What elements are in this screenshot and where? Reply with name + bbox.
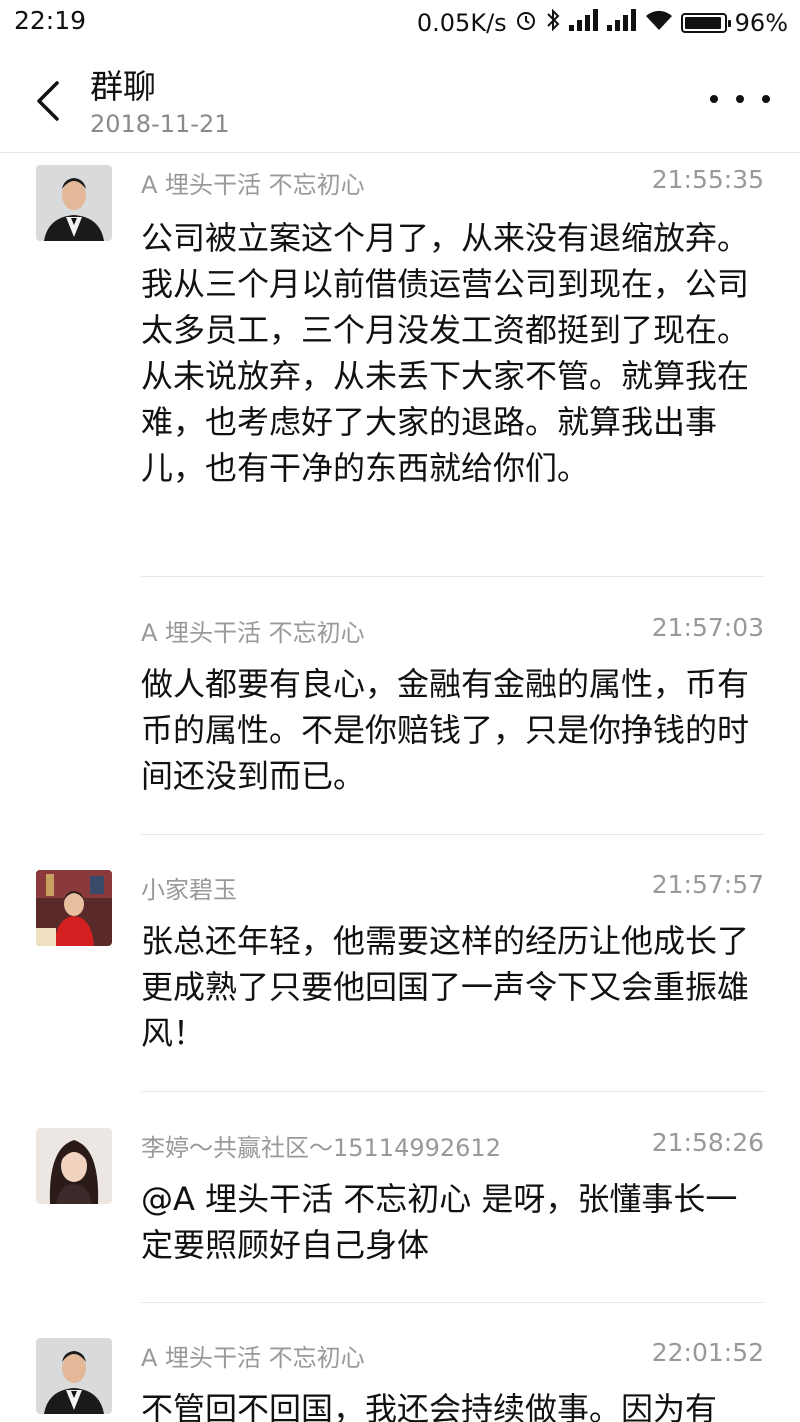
avatar[interactable] [36,870,112,946]
message-time: 21:57:57 [651,870,764,899]
more-options-button[interactable] [710,84,770,114]
sender-name: A 埋头干活 不忘初心 [141,1344,365,1372]
avatar[interactable] [36,165,112,241]
chat-message[interactable]: 小家碧玉 21:57:57 张总还年轻，他需要这样的经历让他成长了更成熟了只要他… [0,870,800,1095]
more-dot-icon [736,95,744,103]
message-meta: A 埋头干活 不忘初心 22:01:52 [141,1338,764,1378]
more-dot-icon [762,95,770,103]
signal-icon [568,9,599,37]
chevron-left-icon [37,81,59,121]
chat-header: 群聊 2018-11-21 [0,48,800,153]
message-text: 做人都要有良心，金融有金融的属性，币有币的属性。不是你赔钱了，只是你挣钱的时间还… [141,665,750,795]
alarm-icon [515,9,537,37]
signal-icon [606,9,637,37]
message-meta: A 埋头干活 不忘初心 21:57:03 [141,613,764,653]
avatar[interactable] [36,1338,112,1414]
battery-percent: 96% [734,9,788,37]
chat-message[interactable]: A 埋头干活 不忘初心 21:55:35 公司被立案这个月了，从来没有退缩放弃。… [0,165,800,580]
chat-message[interactable]: A 埋头干活 不忘初心 22:01:52 不管回不回国，我还会持续做事。因为有 [0,1338,800,1422]
message-meta: 小家碧玉 21:57:57 [141,870,764,910]
message-text: 不管回不回国，我还会持续做事。因为有 [141,1390,718,1422]
sender-name: 李婷～共赢社区～15114992612 [141,1134,501,1162]
sender-name: A 埋头干活 不忘初心 [141,619,365,647]
message-meta: 李婷～共赢社区～15114992612 21:58:26 [141,1128,764,1168]
status-bar: 22:19 0.05K/s 96% [0,0,800,46]
chat-message[interactable]: 李婷～共赢社区～15114992612 21:58:26 @A 埋头干活 不忘初… [0,1128,800,1305]
divider [141,1302,764,1303]
message-text: 张总还年轻，他需要这样的经历让他成长了更成熟了只要他回国了一声令下又会重振雄风！ [141,922,750,1052]
more-dot-icon [710,95,718,103]
battery-icon [680,13,731,33]
network-speed: 0.05K/s [416,9,507,37]
page-title: 群聊 [90,67,156,106]
back-button[interactable] [18,66,78,136]
status-time: 22:19 [14,6,87,35]
chat-message[interactable]: A 埋头干活 不忘初心 21:57:03 做人都要有良心，金融有金融的属性，币有… [0,613,800,838]
divider [141,576,764,577]
message-text: 公司被立案这个月了，从来没有退缩放弃。我从三个月以前借债运营公司到现在，公司太多… [141,219,750,487]
status-icons: 0.05K/s 96% [417,6,788,40]
sender-name: 小家碧玉 [141,876,237,904]
message-time: 21:58:26 [651,1128,764,1157]
divider [141,834,764,835]
bluetooth-icon [545,7,561,39]
message-meta: A 埋头干活 不忘初心 21:55:35 [141,165,764,205]
message-text: @A 埋头干活 不忘初心 是呀，张懂事长一定要照顾好自己身体 [141,1180,738,1264]
chat-date: 2018-11-21 [90,110,230,138]
avatar[interactable] [36,1128,112,1204]
wifi-icon [645,9,673,37]
message-time: 21:57:03 [651,613,764,642]
sender-name: A 埋头干活 不忘初心 [141,171,365,199]
message-time: 22:01:52 [651,1338,764,1367]
divider [141,1091,764,1092]
message-time: 21:55:35 [651,165,764,194]
